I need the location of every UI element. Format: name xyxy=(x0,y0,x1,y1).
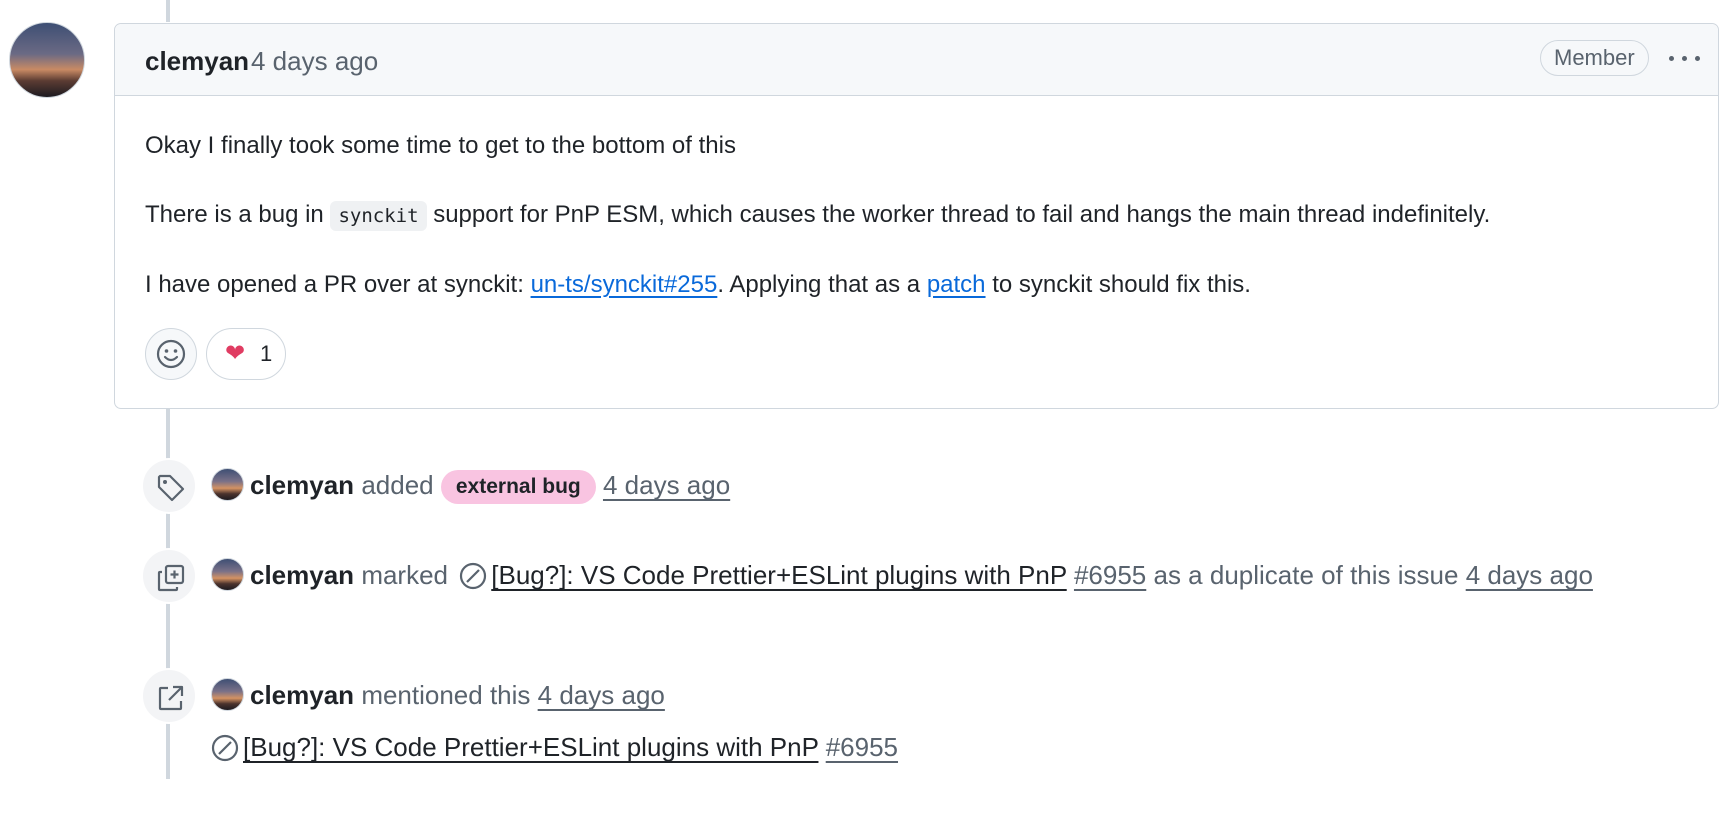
closed-not-planned-icon xyxy=(460,562,487,590)
mentioned-issue-link[interactable]: [Bug?]: VS Code Prettier+ESLint plugins … xyxy=(243,732,818,762)
timeline-line-top xyxy=(166,0,170,22)
event-timestamp[interactable]: 4 days ago xyxy=(603,470,730,500)
tag-icon xyxy=(141,458,197,514)
event-action: mentioned this xyxy=(361,680,531,710)
event-timestamp[interactable]: 4 days ago xyxy=(538,680,665,710)
comment-header: clemyan 4 days ago Member xyxy=(115,24,1718,96)
closed-not-planned-icon xyxy=(211,734,239,762)
mentioned-issue-reference: [Bug?]: VS Code Prettier+ESLint plugins … xyxy=(211,730,898,764)
comment-paragraph-3: I have opened a PR over at synckit: un-t… xyxy=(145,270,1705,300)
duplicate-issue-link[interactable]: [Bug?]: VS Code Prettier+ESLint plugins … xyxy=(491,560,1066,590)
paragraph-text: . Applying that as a xyxy=(717,271,921,298)
cross-reference-icon xyxy=(141,668,197,724)
paragraph-text: to synckit should fix this. xyxy=(992,271,1251,298)
mentioned-issue-number[interactable]: #6955 xyxy=(826,732,898,762)
kebab-dot-icon xyxy=(1682,56,1687,61)
comment-options-button[interactable] xyxy=(1665,42,1705,74)
event-suffix: as a duplicate of this issue xyxy=(1153,560,1459,590)
smiley-icon xyxy=(156,339,186,369)
paragraph-text: I have opened a PR over at synckit: xyxy=(145,271,524,298)
duplicate-icon xyxy=(141,548,197,604)
comment-author-name[interactable]: clemyan xyxy=(145,46,249,77)
event-action: added xyxy=(361,470,434,500)
comment-paragraph-1: Okay I finally took some time to get to … xyxy=(145,132,736,159)
label-external-bug[interactable]: external bug xyxy=(440,470,596,504)
actor-avatar[interactable] xyxy=(211,678,244,711)
kebab-dot-icon xyxy=(1669,56,1674,61)
event-text: clemyan marked [Bug?]: VS Code Prettier+… xyxy=(211,558,1593,592)
patch-link[interactable]: patch xyxy=(927,271,986,298)
event-text: clemyan mentioned this 4 days ago xyxy=(211,678,665,712)
actor-avatar[interactable] xyxy=(211,468,244,501)
event-actor[interactable]: clemyan xyxy=(250,560,354,590)
event-actor[interactable]: clemyan xyxy=(250,470,354,500)
comment-author-avatar[interactable] xyxy=(9,22,85,98)
event-text: clemyan added external bug 4 days ago xyxy=(211,468,730,504)
add-reaction-button[interactable] xyxy=(145,328,197,380)
comment-body: Okay I finally took some time to get to … xyxy=(145,131,1705,339)
comment-timestamp[interactable]: 4 days ago xyxy=(251,46,471,77)
heart-icon: ❤ xyxy=(225,340,246,367)
actor-avatar[interactable] xyxy=(211,558,244,591)
event-actor[interactable]: clemyan xyxy=(250,680,354,710)
comment-paragraph-2: There is a bug in synckit support for Pn… xyxy=(145,200,1705,231)
inline-code: synckit xyxy=(330,201,427,231)
duplicate-issue-number[interactable]: #6955 xyxy=(1074,560,1146,590)
heart-reaction-button[interactable]: ❤ 1 xyxy=(206,328,286,380)
comment-card: clemyan 4 days ago Member Okay I finally… xyxy=(114,23,1719,409)
kebab-dot-icon xyxy=(1695,56,1700,61)
synckit-pr-link[interactable]: un-ts/synckit#255 xyxy=(531,271,718,298)
paragraph-text: There is a bug in xyxy=(145,201,324,228)
heart-reaction-count: 1 xyxy=(260,341,273,366)
event-action: marked xyxy=(361,560,449,590)
event-timestamp[interactable]: 4 days ago xyxy=(1466,560,1593,590)
member-badge: Member xyxy=(1540,40,1649,76)
paragraph-text: support for PnP ESM, which causes the wo… xyxy=(433,201,1491,228)
